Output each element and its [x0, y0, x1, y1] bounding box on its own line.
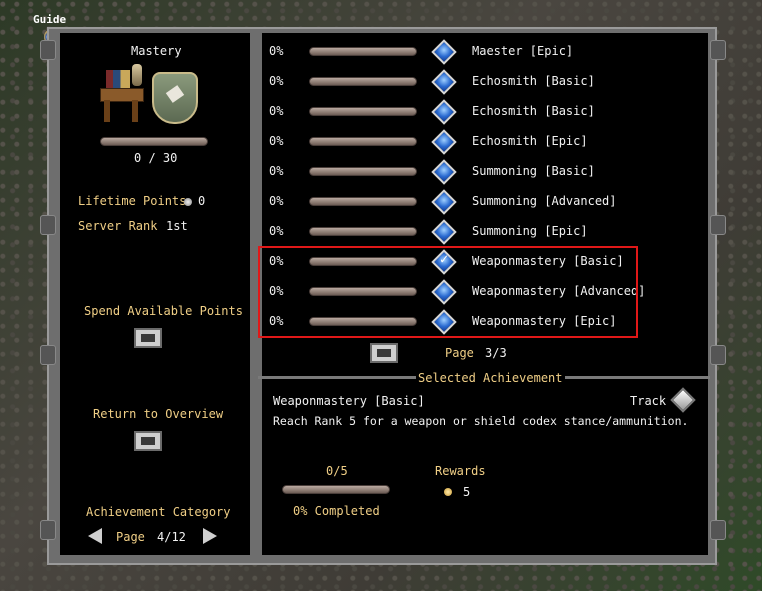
achievement-name[interactable]: Echosmith [Basic]	[472, 104, 595, 118]
achievement-category-label: Achievement Category	[86, 505, 231, 519]
achievement-percent: 0%	[269, 44, 284, 58]
frame-peg-icon	[710, 345, 726, 365]
achievement-percent: 0%	[269, 194, 284, 208]
achievement-name[interactable]: Maester [Epic]	[472, 44, 573, 58]
point-coin-icon	[184, 198, 192, 206]
mastery-points-text: 0 / 30	[134, 151, 178, 165]
selected-achievement-description: Reach Rank 5 for a weapon or shield code…	[273, 414, 689, 428]
achievement-progress-bar	[309, 107, 417, 116]
category-page-value: 4/12	[157, 530, 186, 544]
category-next-arrow-icon[interactable]	[203, 528, 217, 544]
achievement-percent: 0%	[269, 134, 284, 148]
achievement-name[interactable]: Summoning [Epic]	[472, 224, 588, 238]
return-overview-label: Return to Overview	[93, 407, 224, 421]
achievement-progress-bar	[309, 167, 417, 176]
weaponmastery-highlight-box	[258, 246, 638, 338]
category-prev-arrow-icon[interactable]	[88, 528, 102, 544]
frame-peg-icon	[710, 520, 726, 540]
achievement-name[interactable]: Summoning [Basic]	[472, 164, 595, 178]
category-page-label: Page	[116, 530, 145, 544]
frame-peg-icon	[40, 520, 56, 540]
rewards-label: Rewards	[435, 464, 486, 478]
server-rank-label: Server Rank	[78, 219, 158, 233]
achievement-name[interactable]: Echosmith [Basic]	[472, 74, 595, 88]
return-overview-button[interactable]	[134, 431, 162, 451]
achievement-percent: 0%	[269, 164, 284, 178]
selected-completed-text: 0% Completed	[293, 504, 380, 518]
achievement-name[interactable]: Echosmith [Epic]	[472, 134, 588, 148]
achievement-progress-bar	[309, 197, 417, 206]
selected-progress-bar	[282, 485, 390, 494]
spend-points-button[interactable]	[134, 328, 162, 348]
guide-label[interactable]: Guide	[33, 13, 66, 26]
lifetime-points-label: Lifetime Points	[78, 194, 187, 208]
selected-progress-text: 0/5	[326, 464, 348, 478]
frame-peg-icon	[40, 345, 56, 365]
achievement-progress-bar	[309, 77, 417, 86]
frame-peg-icon	[40, 215, 56, 235]
selected-achievement-header: Selected Achievement	[416, 371, 565, 385]
list-back-button[interactable]	[370, 343, 398, 363]
list-page-value: 3/3	[485, 346, 507, 360]
frame-peg-icon	[40, 40, 56, 60]
selected-achievement-name: Weaponmastery [Basic]	[273, 394, 425, 408]
frame-peg-icon	[710, 215, 726, 235]
achievement-percent: 0%	[269, 224, 284, 238]
panel-title: Mastery	[131, 44, 182, 58]
spend-points-label: Spend Available Points	[84, 304, 243, 318]
lifetime-points-value: 0	[198, 194, 206, 208]
mastery-points-bar	[100, 137, 208, 146]
track-label: Track	[630, 394, 667, 408]
server-rank-value: 1st	[166, 219, 188, 233]
achievement-progress-bar	[309, 47, 417, 56]
achievement-progress-bar	[309, 227, 417, 236]
mastery-shield-icon	[152, 72, 198, 124]
frame-peg-icon	[710, 40, 726, 60]
scribe-desk-icon	[96, 62, 148, 124]
achievement-name[interactable]: Summoning [Advanced]	[472, 194, 617, 208]
achievement-progress-bar	[309, 137, 417, 146]
list-page-label: Page	[445, 346, 474, 360]
reward-coin-icon	[444, 488, 452, 496]
rewards-value: 5	[463, 485, 471, 499]
achievement-percent: 0%	[269, 74, 284, 88]
achievement-percent: 0%	[269, 104, 284, 118]
